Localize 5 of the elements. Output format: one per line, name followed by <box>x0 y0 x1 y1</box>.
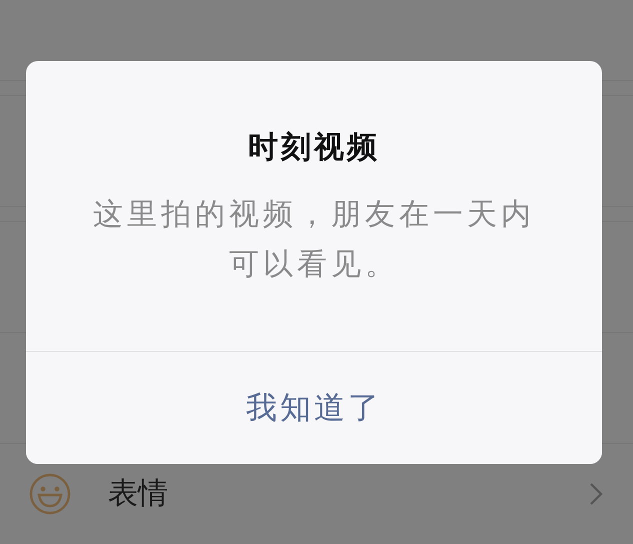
dialog-message: 这里拍的视频，朋友在一天内可以看见。 <box>92 196 536 284</box>
smiley-icon <box>28 472 72 516</box>
chevron-right-icon <box>589 482 603 506</box>
dialog-title: 时刻视频 <box>248 129 380 167</box>
item-label: 表情 <box>108 475 169 513</box>
